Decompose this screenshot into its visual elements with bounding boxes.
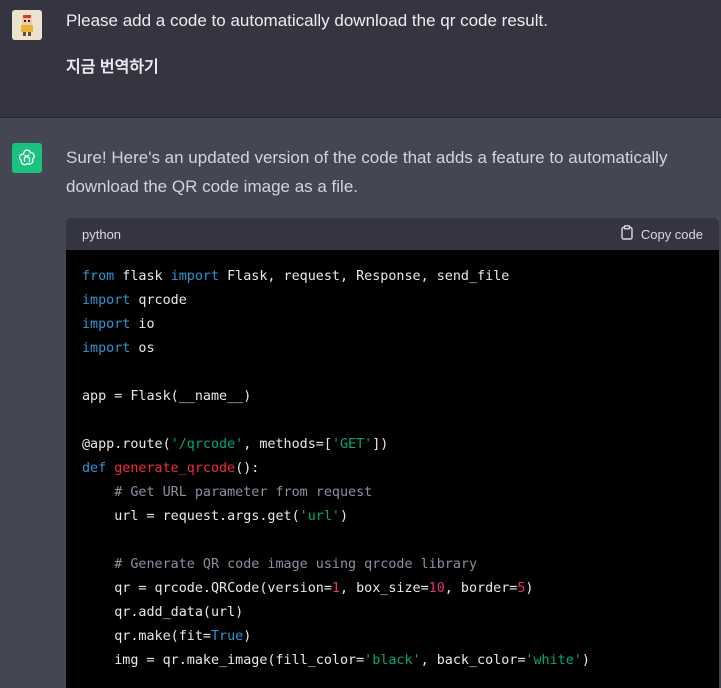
code-line: url = request.args.get('url') — [82, 505, 703, 529]
code-token: # Generate QR code image using qrcode li… — [114, 557, 478, 572]
assistant-message: Sure! Here's an updated version of the c… — [0, 118, 721, 688]
code-line: qr.add_data(url) — [82, 601, 703, 625]
code-line: app = Flask(__name__) — [82, 385, 703, 409]
code-block-header: python Copy code — [66, 218, 719, 250]
code-line: import os — [82, 337, 703, 361]
code-token: def — [82, 461, 107, 476]
code-token: qrcode — [130, 293, 187, 308]
code-token: qr = qrcode.QRCode(version= — [82, 581, 332, 596]
code-token: import — [170, 269, 220, 284]
code-content: from flask import Flask, request, Respon… — [66, 250, 719, 673]
code-token: io — [130, 317, 155, 332]
code-token: # Get URL parameter from request — [114, 485, 373, 500]
code-token: qr.add_data(url) — [82, 605, 244, 620]
code-token: 'GET' — [331, 437, 373, 452]
code-line: from flask import Flask, request, Respon… — [82, 265, 703, 289]
code-token: , box_size= — [339, 581, 429, 596]
code-token: ) — [525, 581, 534, 596]
code-token: 1 — [331, 581, 340, 596]
code-token: app = Flask(__name__) — [82, 389, 252, 404]
assistant-message-text: Sure! Here's an updated version of the c… — [66, 148, 668, 196]
clipboard-icon — [620, 225, 634, 243]
code-token: generate_qrcode — [114, 461, 236, 476]
code-token: 10 — [428, 581, 445, 596]
code-token: ) — [339, 509, 349, 524]
code-token: ) — [243, 629, 252, 644]
user-message: Please add a code to automatically downl… — [0, 0, 721, 118]
code-token: 'black' — [364, 653, 421, 668]
code-line: qr = qrcode.QRCode(version=1, box_size=1… — [82, 577, 703, 601]
code-token: @app.route( — [82, 437, 171, 452]
user-message-text: Please add a code to automatically downl… — [66, 11, 548, 30]
code-line: import io — [82, 313, 703, 337]
code-line: qr.make(fit=True) — [82, 625, 703, 649]
copy-code-label: Copy code — [640, 226, 703, 242]
code-token: ]) — [372, 437, 389, 452]
code-token: Flask, request, Response, send_file — [219, 269, 510, 284]
openai-logo-icon — [12, 143, 42, 173]
code-line: img = qr.make_image(fill_color='black', … — [82, 649, 703, 673]
code-token: flask — [114, 269, 171, 284]
code-token: , back_color= — [420, 653, 526, 668]
code-token: import — [82, 317, 131, 332]
code-token: import — [82, 293, 131, 308]
code-line: # Generate QR code image using qrcode li… — [82, 553, 703, 577]
code-token: url = request.args.get( — [82, 509, 300, 524]
code-line: import qrcode — [82, 289, 703, 313]
user-avatar-icon — [12, 10, 42, 40]
code-token: True — [211, 629, 244, 644]
code-line: def generate_qrcode(): — [82, 457, 703, 481]
code-token: qr.make(fit= — [82, 629, 211, 644]
code-token: img = qr.make_image(fill_color= — [82, 653, 365, 668]
code-token: 'url' — [299, 509, 340, 524]
code-token: '/qrcode' — [170, 437, 244, 452]
code-token: , border= — [444, 581, 518, 596]
code-token: ) — [581, 653, 590, 668]
code-token: import — [82, 341, 131, 356]
code-token: (): — [235, 461, 260, 476]
code-token: from — [82, 269, 115, 284]
copy-code-button[interactable]: Copy code — [620, 225, 703, 243]
code-block: python Copy code from flask import Flask… — [66, 218, 719, 688]
code-token: 'white' — [525, 653, 582, 668]
code-line: @app.route('/qrcode', methods=['GET']) — [82, 433, 703, 457]
code-line: # Get URL parameter from request — [82, 481, 703, 505]
code-token: os — [130, 341, 155, 356]
translate-now-link[interactable]: 지금 번역하기 — [66, 57, 159, 79]
code-language-label: python — [82, 226, 122, 242]
code-token: , methods=[ — [243, 437, 332, 452]
